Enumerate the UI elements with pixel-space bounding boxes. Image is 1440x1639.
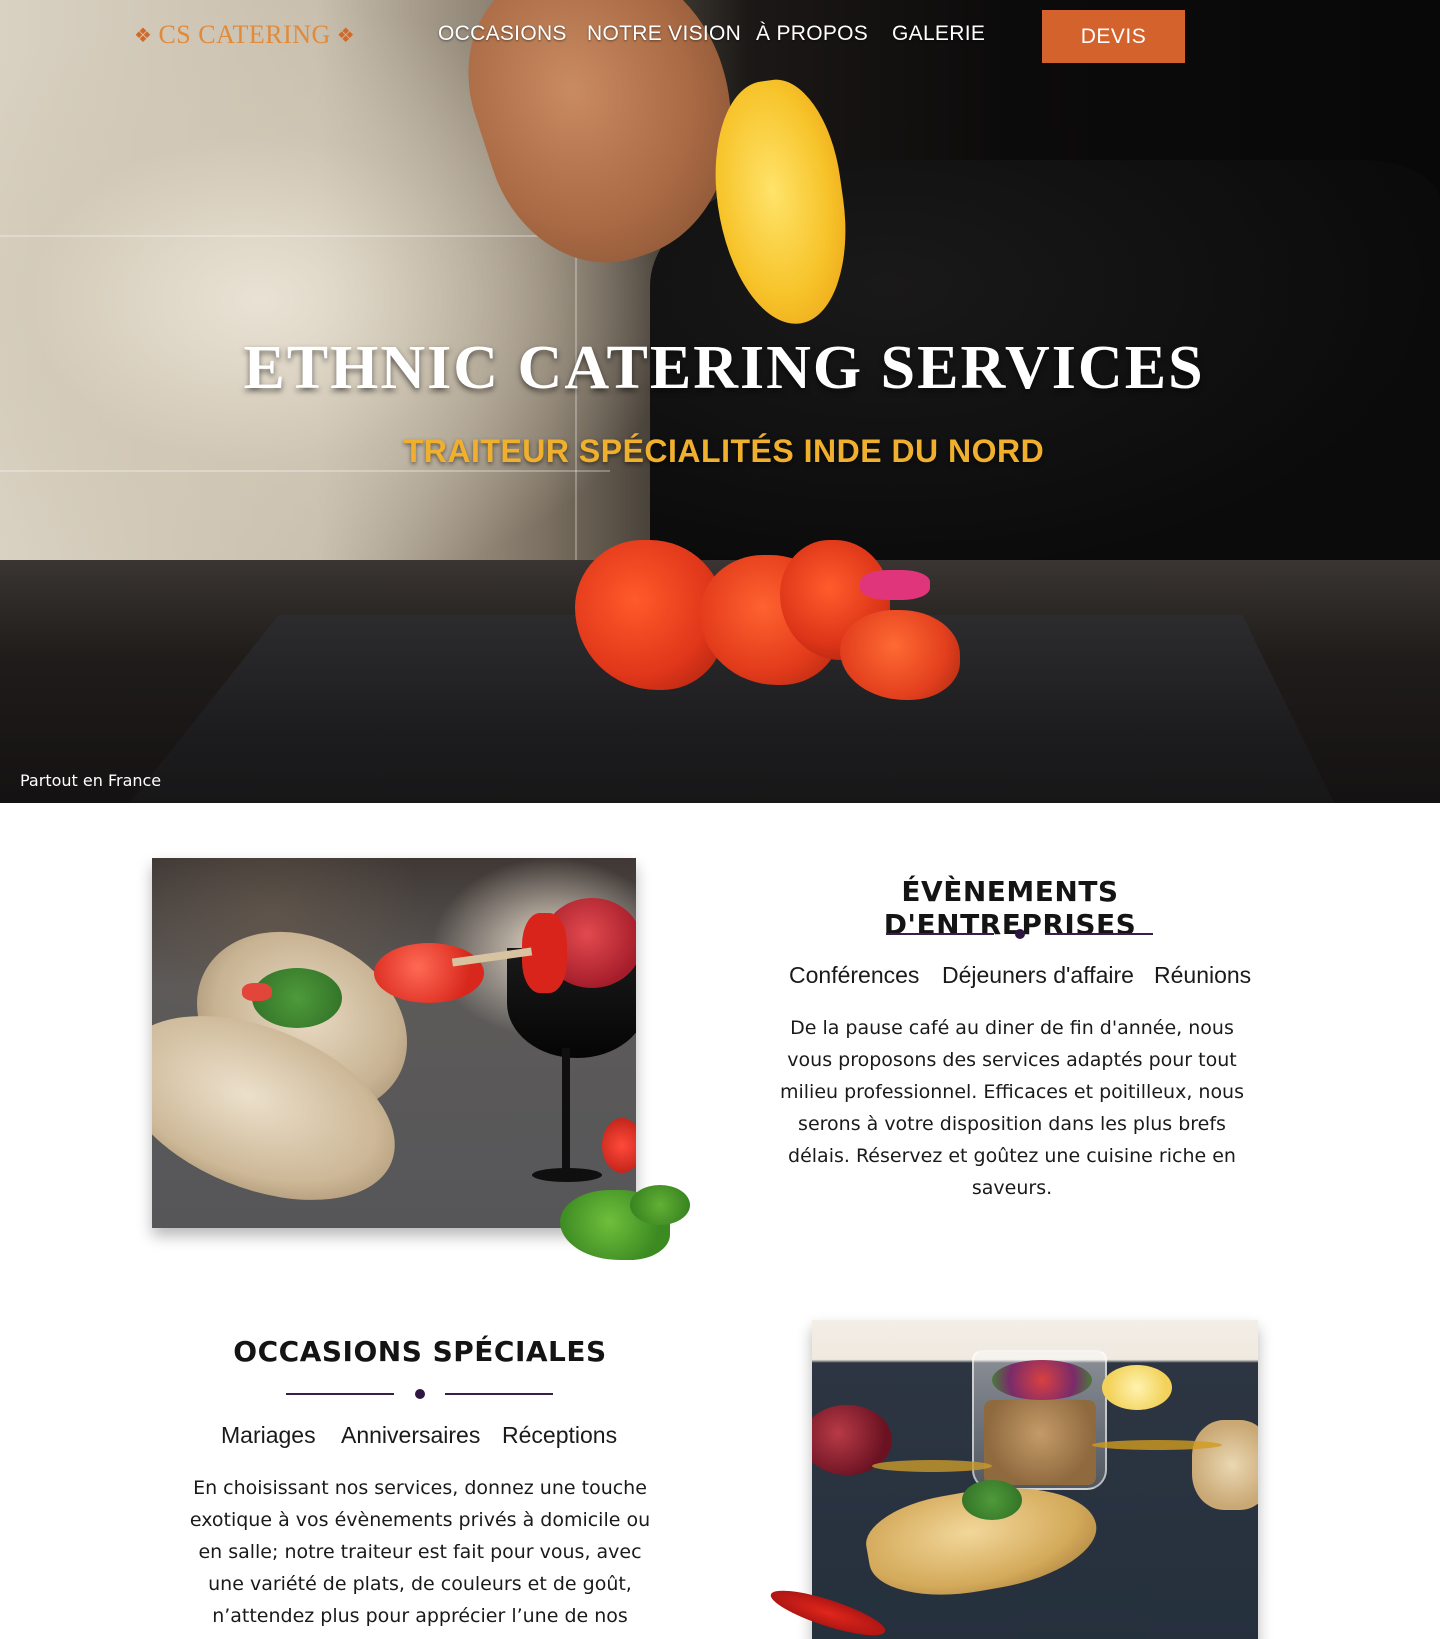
special-occasions-title: OCCASIONS SPÉCIALES [233, 1335, 607, 1368]
text-line: De la pause café au diner de fin d'année… [790, 1017, 1234, 1039]
text-line: En choisissant nos services, donnez une … [193, 1477, 647, 1499]
nav-galerie[interactable]: GALERIE [892, 22, 985, 46]
text-line: délais. Réservez et goûtez une cuisine r… [788, 1145, 1236, 1167]
text-line: une variété de plats, de couleurs et de … [208, 1573, 632, 1595]
corporate-events-photo [152, 858, 636, 1228]
text-line: en salle; notre traiteur est fait pour v… [198, 1541, 642, 1563]
special-occasions-photo [812, 1320, 1258, 1639]
hero-onion-piece [860, 570, 930, 600]
text-line: milieu professionnel. Efficaces et poiti… [779, 1081, 1245, 1103]
logo-ornament-right-icon: ❖ [336, 24, 356, 47]
text-line: n’attendez plus pour apprécier l’une de … [212, 1605, 628, 1627]
hero-tile-line [0, 235, 590, 237]
hero-title: ETHNIC CATERING SERVICES [243, 334, 1205, 402]
parsley-decoration [630, 1185, 690, 1225]
special-occasions-description: En choisissant nos services, donnez une … [160, 1472, 680, 1632]
hero-location-caption: Partout en France [20, 771, 162, 790]
devis-button[interactable]: DEVIS [1042, 10, 1185, 63]
logo-ornament-left-icon: ❖ [134, 24, 153, 47]
special-occasions-divider [286, 1388, 554, 1400]
tag-conferences: Conférences [789, 962, 920, 988]
hero-banner: ❖ CS CATERING ❖ OCCASIONS NOTRE VISION À… [0, 0, 1440, 803]
tag-receptions: Réceptions [502, 1422, 618, 1448]
tag-reunions: Réunions [1154, 962, 1252, 988]
corporate-events-description: De la pause café au diner de fin d'année… [752, 1012, 1272, 1204]
tag-dejeuners-affaire: Déjeuners d'affaire [942, 962, 1134, 988]
main-navigation: ❖ CS CATERING ❖ OCCASIONS NOTRE VISION À… [0, 0, 1440, 72]
site-logo[interactable]: ❖ CS CATERING ❖ [134, 18, 355, 52]
tag-mariages: Mariages [221, 1422, 316, 1448]
text-line: vous proposons des services adaptés pour… [787, 1049, 1237, 1071]
hero-tile-line [0, 470, 610, 472]
corporate-events-divider [886, 928, 1154, 940]
nav-occasions[interactable]: OCCASIONS [438, 22, 567, 46]
nav-a-propos[interactable]: À PROPOS [756, 22, 868, 46]
nav-notre-vision[interactable]: NOTRE VISION [587, 22, 741, 46]
text-line: exotique à vos évènements privés à domic… [189, 1509, 651, 1531]
text-line: saveurs. [971, 1177, 1053, 1199]
tag-anniversaires: Anniversaires [341, 1422, 481, 1448]
text-line: serons à votre disposition dans les plus… [798, 1113, 1226, 1135]
hero-subtitle: TRAITEUR SPÉCIALITÉS INDE DU NORD [403, 433, 1045, 469]
logo-text: CS CATERING [158, 20, 331, 49]
